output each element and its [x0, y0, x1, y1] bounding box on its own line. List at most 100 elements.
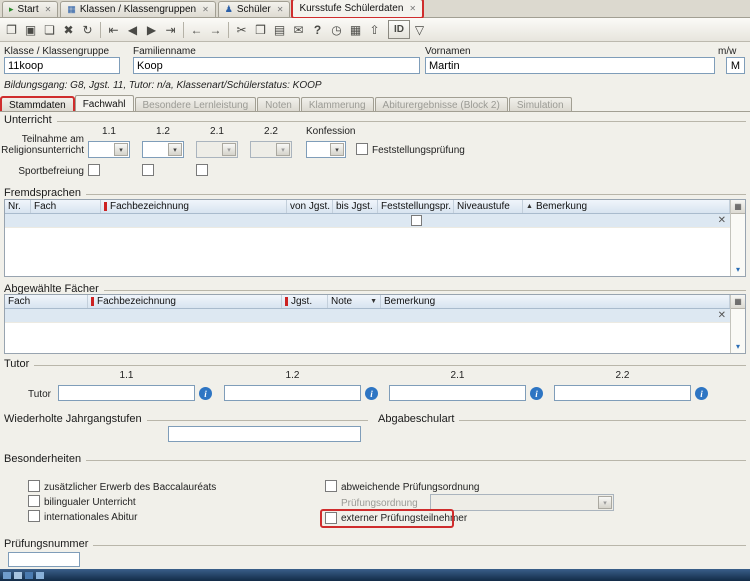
scroll-down-icon[interactable]: ▾	[732, 340, 744, 352]
info-icon[interactable]: i	[199, 387, 212, 400]
af-col-fachbezeichnung[interactable]: Fachbezeichnung	[88, 295, 282, 308]
pruefungsnummer-input[interactable]	[8, 552, 80, 567]
tab-schueler[interactable]: ♟ Schüler ✕	[218, 1, 291, 17]
fs-col-bemerkung[interactable]: ▲Bemerkung	[523, 200, 730, 213]
first-record-icon[interactable]: ⇤	[104, 20, 123, 39]
fs-cell-nr	[5, 214, 31, 227]
copy-icon[interactable]: ❏	[40, 20, 59, 39]
wiederholte-title-line	[147, 420, 368, 421]
religion-1-2-select[interactable]: ▾	[142, 141, 184, 158]
tab-kursstufe-schuelerdaten[interactable]: Kursstufe Schülerdaten ✕	[292, 0, 423, 17]
delete-icon[interactable]: ✖	[59, 20, 78, 39]
af-col-note[interactable]: Note▼	[328, 295, 381, 308]
forward-icon[interactable]: →	[206, 20, 225, 39]
tab-start-close-icon[interactable]: ✕	[45, 5, 52, 14]
back-icon[interactable]: ←	[187, 20, 206, 39]
unterricht-col-1-1: 1.1	[88, 126, 130, 137]
cut-icon[interactable]: ✂	[232, 20, 251, 39]
fremdsprachen-grid: Nr. Fach Fachbezeichnung von Jgst. bis J…	[4, 199, 746, 277]
fremdsprachen-grid-scrollbar[interactable]: ▦ ▾	[730, 200, 745, 276]
klasse-input[interactable]	[4, 57, 120, 74]
grid-menu-icon[interactable]: ▦	[731, 200, 745, 214]
af-col-bemerkung[interactable]: Bemerkung	[381, 295, 730, 308]
save-icon[interactable]: ▣	[21, 20, 40, 39]
fs-feststellungspr-checkbox[interactable]	[411, 215, 422, 226]
tab-start[interactable]: ▸ Start ✕	[2, 1, 58, 17]
tab-schueler-close-icon[interactable]: ✕	[277, 5, 284, 14]
familienname-input[interactable]	[133, 57, 420, 74]
refresh-icon[interactable]: ↻	[78, 20, 97, 39]
fs-col-von-jgst[interactable]: von Jgst.	[287, 200, 333, 213]
tutor-2-1-input[interactable]	[389, 385, 526, 401]
tab-stammdaten[interactable]: Stammdaten	[1, 97, 74, 112]
fs-col-niveaustufe[interactable]: Niveaustufe	[454, 200, 523, 213]
fs-col-bemerkung-label: Bemerkung	[536, 201, 587, 212]
fs-col-fach[interactable]: Fach	[31, 200, 101, 213]
grid-menu-icon[interactable]: ▦	[731, 295, 745, 309]
last-record-icon[interactable]: ⇥	[161, 20, 180, 39]
tab-noten[interactable]: Noten	[257, 97, 300, 112]
export-icon[interactable]: ⇧	[365, 20, 384, 39]
tab-klassen-close-icon[interactable]: ✕	[202, 5, 209, 14]
paste-icon[interactable]: ❒	[251, 20, 270, 39]
tab-fachwahl[interactable]: Fachwahl	[75, 95, 134, 112]
af-col-jgst[interactable]: Jgst.	[282, 295, 328, 308]
tab-simulation[interactable]: Simulation	[509, 97, 572, 112]
sportbefreiung-1-2-checkbox[interactable]	[142, 164, 154, 176]
pruefungsordnung-label: Prüfungsordnung	[341, 498, 418, 509]
af-col-fach[interactable]: Fach	[5, 295, 88, 308]
vornamen-input[interactable]	[425, 57, 715, 74]
fs-col-nr[interactable]: Nr.	[5, 200, 31, 213]
religion-1-1-select[interactable]: ▾	[88, 141, 130, 158]
row-delete-icon[interactable]: ✕	[718, 215, 726, 226]
id-button[interactable]: ID	[388, 20, 410, 39]
help-icon[interactable]: ?	[308, 20, 327, 39]
religionsunterricht-label: Teilnahme am Religionsunterricht	[0, 134, 84, 156]
mw-input[interactable]	[726, 57, 745, 74]
feststellungspruefung-checkbox[interactable]	[356, 143, 368, 155]
internationales-abitur-checkbox[interactable]	[28, 510, 40, 522]
next-record-icon[interactable]: ▶	[142, 20, 161, 39]
fs-col-fachbezeichnung-label: Fachbezeichnung	[110, 201, 189, 212]
konfession-select[interactable]: ▾	[306, 141, 346, 158]
abgewaehlte-grid-scrollbar[interactable]: ▦ ▾	[730, 295, 745, 353]
filter-icon[interactable]: ▽	[410, 20, 429, 39]
fs-col-bis-jgst[interactable]: bis Jgst.	[333, 200, 378, 213]
sportbefreiung-1-1-checkbox[interactable]	[88, 164, 100, 176]
tab-klammerung[interactable]: Klammerung	[301, 97, 374, 112]
window-tabbar: ▸ Start ✕ ▦ Klassen / Klassengruppen ✕ ♟…	[0, 0, 750, 18]
tutor-1-2-input[interactable]	[224, 385, 361, 401]
calendar-icon[interactable]: ▦	[346, 20, 365, 39]
info-icon[interactable]: i	[365, 387, 378, 400]
scroll-down-icon[interactable]: ▾	[732, 263, 744, 275]
info-icon[interactable]: i	[530, 387, 543, 400]
tutor-1-1-input[interactable]	[58, 385, 195, 401]
fs-col-fachbezeichnung[interactable]: Fachbezeichnung	[101, 200, 287, 213]
tab-besondere-lernleistung[interactable]: Besondere Lernleistung	[135, 97, 257, 112]
fs-col-feststellungspr[interactable]: Feststellungspr.	[378, 200, 454, 213]
info-icon[interactable]: i	[695, 387, 708, 400]
new-icon[interactable]: ❐	[2, 20, 21, 39]
print-icon[interactable]: ▤	[270, 20, 289, 39]
bilingualer-unterricht-checkbox[interactable]	[28, 495, 40, 507]
tab-kursstufe-close-icon[interactable]: ✕	[409, 4, 416, 13]
externer-pruefungsteilnehmer-checkbox[interactable]	[325, 512, 337, 524]
abgewaehlte-row[interactable]: ✕	[5, 309, 730, 323]
wiederholte-jahrgangstufen-input[interactable]	[168, 426, 361, 442]
sportbefreiung-2-1-checkbox[interactable]	[196, 164, 208, 176]
fs-cell-feststellungspr	[378, 214, 454, 227]
tab-klassen[interactable]: ▦ Klassen / Klassengruppen ✕	[60, 1, 215, 17]
toolbar: ❐ ▣ ❏ ✖ ↻ ⇤ ◀ ▶ ⇥ ← → ✂ ❒ ▤ ✉ ? ◷ ▦ ⇧ ID…	[0, 18, 750, 42]
previous-record-icon[interactable]: ◀	[123, 20, 142, 39]
mail-icon[interactable]: ✉	[289, 20, 308, 39]
section-tutor: Tutor	[4, 358, 746, 370]
tutor-2-2-input[interactable]	[554, 385, 691, 401]
baccalaureat-checkbox[interactable]	[28, 480, 40, 492]
row-delete-icon[interactable]: ✕	[718, 310, 726, 321]
abweichende-pruefungsordnung-checkbox[interactable]	[325, 480, 337, 492]
fremdsprachen-row[interactable]: ✕	[5, 214, 730, 228]
tab-abiturergebnisse[interactable]: Abiturergebnisse (Block 2)	[375, 97, 508, 112]
religionsunterricht-label-line1: Teilnahme am	[0, 134, 84, 145]
clock-icon[interactable]: ◷	[327, 20, 346, 39]
chevron-down-icon: ▾	[276, 143, 290, 156]
